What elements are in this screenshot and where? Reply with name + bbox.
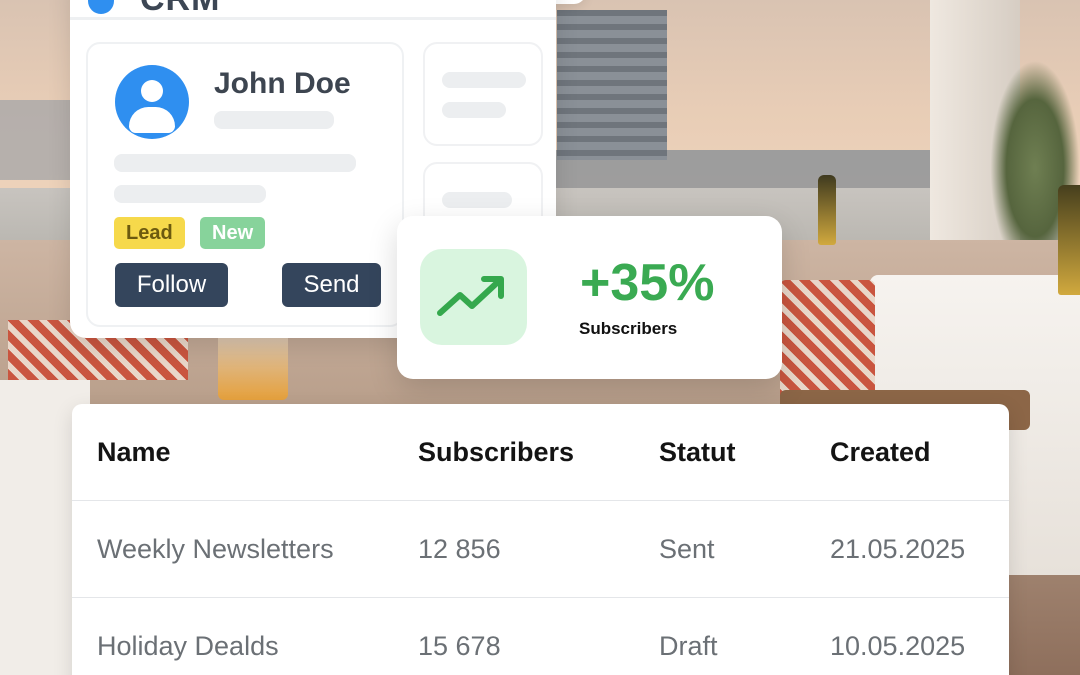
tag-lead: Lead <box>114 217 185 249</box>
table-row[interactable]: Holiday Dealds 15 678 Draft 10.05.2025 <box>72 598 1009 675</box>
placeholder-line <box>214 111 334 129</box>
trending-up-icon <box>420 249 527 345</box>
cell-status: Draft <box>659 631 718 661</box>
cell-created: 21.05.2025 <box>830 534 966 564</box>
crm-logo-icon <box>88 0 114 14</box>
chair <box>780 280 875 400</box>
stat-label: Subscribers <box>579 319 678 338</box>
cell-status: Sent <box>659 534 715 564</box>
column-header-subscribers[interactable]: Subscribers <box>418 404 574 501</box>
tag-new: New <box>200 217 266 249</box>
building <box>557 10 667 160</box>
campaigns-table: Name Subscribers Statut Created Weekly N… <box>72 404 1009 675</box>
stat-value: +35% <box>580 254 715 312</box>
cell-name: Holiday Dealds <box>97 631 279 661</box>
placeholder-line <box>114 185 266 203</box>
crm-header: CRM <box>70 0 556 20</box>
avatar-icon <box>115 65 189 139</box>
column-header-statut[interactable]: Statut <box>659 404 736 501</box>
follow-button[interactable]: Follow <box>115 263 228 307</box>
send-button[interactable]: Send <box>282 263 381 307</box>
side-card <box>423 42 543 146</box>
cell-name: Weekly Newsletters <box>97 534 334 564</box>
placeholder-line <box>442 72 526 88</box>
placeholder-line <box>114 154 356 172</box>
cell-created: 10.05.2025 <box>830 631 966 661</box>
column-header-name[interactable]: Name <box>97 404 171 501</box>
bottle <box>1058 185 1080 295</box>
table-row[interactable]: Weekly Newsletters 12 856 Sent 21.05.202… <box>72 501 1009 598</box>
column-header-created[interactable]: Created <box>830 404 931 501</box>
stats-card: +35% Subscribers <box>397 216 782 379</box>
placeholder-line <box>442 102 506 118</box>
table-header-row: Name Subscribers Statut Created <box>72 404 1009 501</box>
profile-name: John Doe <box>214 67 351 100</box>
cell-subscribers: 12 856 <box>418 534 501 564</box>
cell-subscribers: 15 678 <box>418 631 501 661</box>
placeholder-line <box>442 192 512 208</box>
building <box>0 100 72 180</box>
crm-logo-text: CRM <box>140 0 220 16</box>
glass <box>218 330 288 400</box>
bottle <box>818 175 836 245</box>
profile-card: John Doe Lead New Follow Send <box>86 42 404 327</box>
